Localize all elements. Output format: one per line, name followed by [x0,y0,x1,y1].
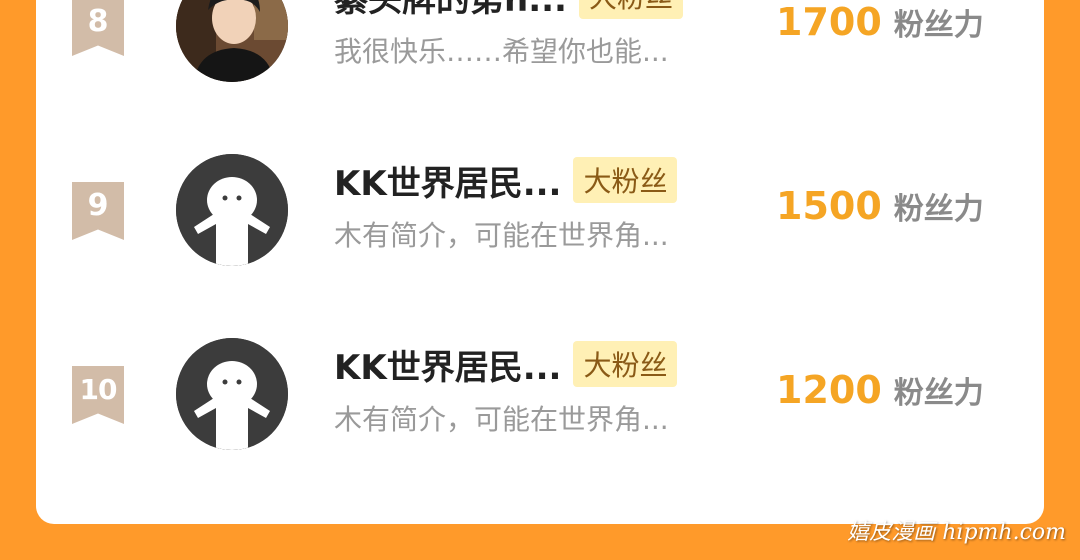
user-name[interactable]: KK世界居民... [334,156,561,205]
ranking-row[interactable]: 8 綦头牌的第h... 大粉丝 我很快乐……希望你也能... 1700 粉丝力 [36,0,1044,90]
rank-ribbon: 9 [72,182,124,240]
user-name[interactable]: 綦头牌的第h... [334,0,567,21]
fan-score: 1500 粉丝力 [776,184,984,228]
name-line: KK世界居民... 大粉丝 [334,334,678,394]
fan-score: 1700 粉丝力 [776,0,984,44]
fan-ranking-card: 8 綦头牌的第h... 大粉丝 我很快乐……希望你也能... 1700 粉丝力 … [36,0,1044,524]
ranking-row[interactable]: 10 KK世界居民... 大粉丝 木有简介，可能在世界角... 1200 粉丝力 [36,328,1044,458]
ranking-row[interactable]: 9 KK世界居民... 大粉丝 木有简介，可能在世界角... 1500 粉丝力 [36,144,1044,274]
default-avatar[interactable] [176,154,288,266]
user-avatar[interactable] [176,0,288,82]
rank-ribbon: 10 [72,366,124,424]
fan-score-value: 1700 [776,0,882,44]
fan-level-badge: 大粉丝 [578,0,683,19]
default-avatar[interactable] [176,338,288,450]
fan-score-value: 1200 [776,368,882,412]
fan-score-value: 1500 [776,184,882,228]
fan-score: 1200 粉丝力 [776,368,984,412]
site-watermark: 嬉皮漫画 hipmh.com [847,520,1066,545]
fan-score-unit: 粉丝力 [893,192,984,227]
user-bio: 木有简介，可能在世界角... [334,219,669,252]
rank-ribbon: 8 [72,0,124,56]
name-line: KK世界居民... 大粉丝 [334,150,678,210]
user-name[interactable]: KK世界居民... [334,340,561,389]
name-line: 綦头牌的第h... 大粉丝 [334,0,683,26]
fan-level-badge: 大粉丝 [573,157,678,203]
fan-score-unit: 粉丝力 [893,8,984,43]
user-bio: 我很快乐……希望你也能... [334,35,669,68]
fan-score-unit: 粉丝力 [893,376,984,411]
fan-level-badge: 大粉丝 [573,341,678,387]
user-bio: 木有简介，可能在世界角... [334,403,669,436]
